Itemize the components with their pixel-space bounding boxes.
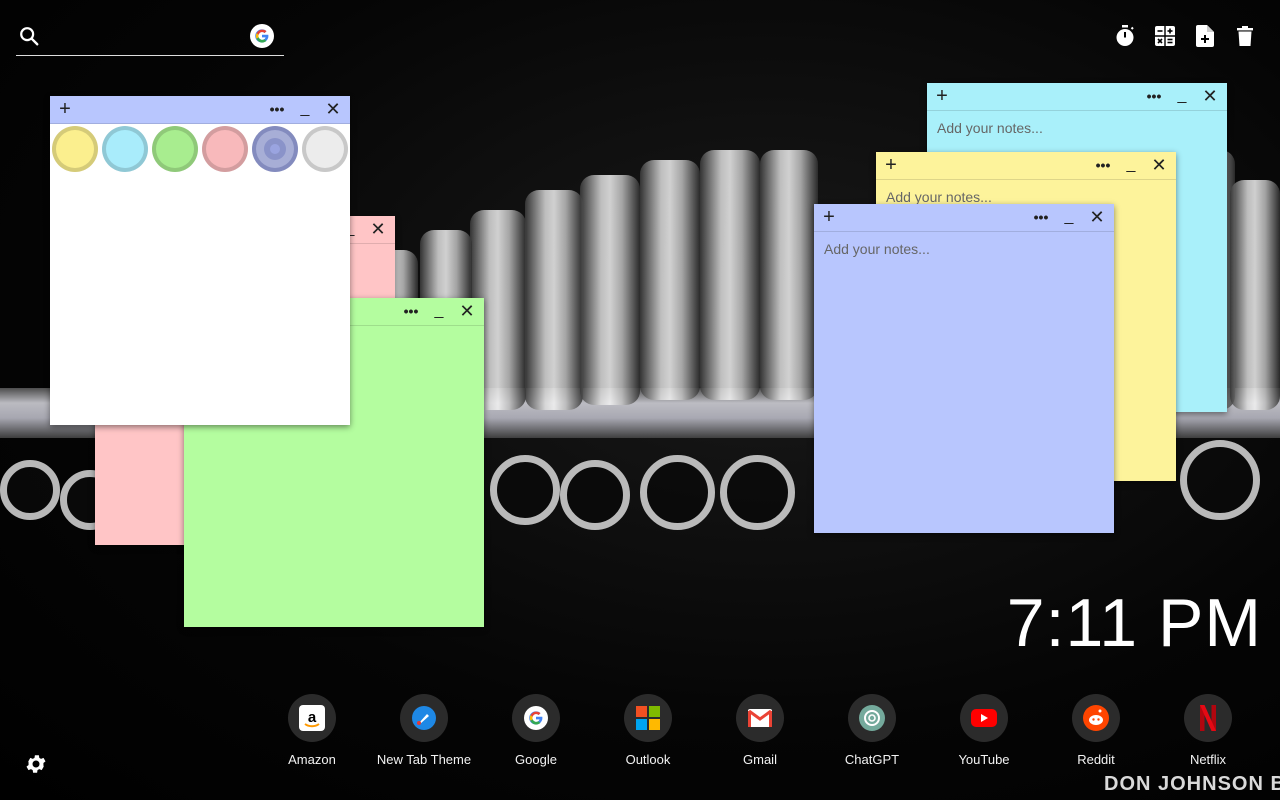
outlook-icon bbox=[624, 694, 672, 742]
note-minimize-button[interactable]: _ bbox=[1060, 208, 1078, 226]
gmail-icon bbox=[736, 694, 784, 742]
note-close-button[interactable]: ✕ bbox=[1201, 87, 1219, 105]
google-search-icon[interactable] bbox=[250, 24, 274, 48]
calculator-icon bbox=[1155, 26, 1175, 46]
wallpaper-caption: DON JOHNSON BIG bbox=[1104, 773, 1280, 795]
wallpaper-pipe bbox=[640, 160, 700, 400]
note-minimize-button[interactable]: _ bbox=[1122, 156, 1140, 174]
shortcut-reddit[interactable]: Reddit bbox=[1040, 694, 1152, 767]
shortcut-gmail[interactable]: Gmail bbox=[704, 694, 816, 767]
note-titlebar[interactable]: + ••• _ ✕ bbox=[50, 96, 350, 124]
wallpaper-ring bbox=[490, 455, 560, 525]
shortcut-dock: a Amazon New Tab Theme Google Outlook Gm… bbox=[256, 694, 1264, 767]
note-add-button[interactable]: + bbox=[883, 154, 899, 176]
wallpaper-ring bbox=[720, 455, 795, 530]
search-icon[interactable] bbox=[18, 25, 40, 47]
wallpaper-pipe bbox=[580, 175, 640, 405]
note-add-button[interactable]: + bbox=[934, 85, 950, 107]
youtube-icon bbox=[960, 694, 1008, 742]
shortcut-label: Reddit bbox=[1077, 752, 1115, 767]
trash-button[interactable] bbox=[1234, 24, 1256, 48]
note-more-button[interactable]: ••• bbox=[1145, 87, 1163, 105]
amazon-icon: a bbox=[288, 694, 336, 742]
shortcut-label: Amazon bbox=[288, 752, 336, 767]
shortcut-label: YouTube bbox=[958, 752, 1010, 767]
shortcut-label: New Tab Theme bbox=[376, 752, 472, 767]
settings-gear-icon[interactable] bbox=[24, 752, 48, 776]
note-more-button[interactable]: ••• bbox=[268, 100, 286, 118]
search-input[interactable] bbox=[50, 24, 240, 50]
svg-text:a: a bbox=[308, 709, 317, 726]
note-minimize-button[interactable]: _ bbox=[1173, 87, 1191, 105]
note-titlebar[interactable]: + ••• _ ✕ bbox=[814, 204, 1114, 232]
clock: 7:11 PM bbox=[1006, 585, 1262, 661]
note-close-button[interactable]: ✕ bbox=[458, 302, 476, 320]
shortcut-label: Netflix bbox=[1189, 752, 1227, 767]
shortcut-google[interactable]: Google bbox=[480, 694, 592, 767]
color-swatch[interactable] bbox=[302, 126, 348, 172]
shortcut-netflix[interactable]: Netflix bbox=[1152, 694, 1264, 767]
note-textarea[interactable] bbox=[814, 233, 1114, 533]
color-swatch[interactable] bbox=[102, 126, 148, 172]
new-note-icon bbox=[1196, 25, 1214, 47]
color-swatch[interactable] bbox=[202, 126, 248, 172]
shortcut-chatgpt[interactable]: ChatGPT bbox=[816, 694, 928, 767]
sticky-note-blue[interactable]: + ••• _ ✕ bbox=[814, 204, 1114, 533]
wallpaper-ring bbox=[640, 455, 715, 530]
shortcut-amazon[interactable]: a Amazon bbox=[256, 694, 368, 767]
timer-icon bbox=[1116, 25, 1134, 46]
note-more-button[interactable]: ••• bbox=[1094, 156, 1112, 174]
chatgpt-icon bbox=[848, 694, 896, 742]
wallpaper-pipe bbox=[700, 150, 760, 400]
wallpaper-ring bbox=[0, 460, 60, 520]
shortcut-label: ChatGPT bbox=[844, 752, 900, 767]
sticky-note-white[interactable]: + ••• _ ✕ bbox=[50, 96, 350, 425]
note-close-button[interactable]: ✕ bbox=[1150, 156, 1168, 174]
note-add-button[interactable]: + bbox=[57, 98, 73, 120]
note-minimize-button[interactable]: _ bbox=[430, 302, 448, 320]
calculator-button[interactable] bbox=[1154, 24, 1176, 48]
note-close-button[interactable]: ✕ bbox=[369, 220, 387, 238]
wallpaper-ring bbox=[560, 460, 630, 530]
wallpaper-pipe bbox=[525, 190, 583, 410]
reddit-icon bbox=[1072, 694, 1120, 742]
timer-button[interactable] bbox=[1114, 24, 1136, 48]
wallpaper-ring bbox=[1180, 440, 1260, 520]
shortcut-outlook[interactable]: Outlook bbox=[592, 694, 704, 767]
color-swatch[interactable] bbox=[52, 126, 98, 172]
note-titlebar[interactable]: + ••• _ ✕ bbox=[927, 83, 1227, 111]
new-tab-theme-icon bbox=[400, 694, 448, 742]
google-icon bbox=[512, 694, 560, 742]
color-swatch[interactable] bbox=[152, 126, 198, 172]
color-swatch[interactable] bbox=[252, 126, 298, 172]
note-more-button[interactable]: ••• bbox=[1032, 208, 1050, 226]
note-more-button[interactable]: ••• bbox=[402, 302, 420, 320]
shortcut-label: Outlook bbox=[625, 752, 671, 767]
color-picker bbox=[52, 126, 348, 172]
note-close-button[interactable]: ✕ bbox=[1088, 208, 1106, 226]
shortcut-new-tab-theme[interactable]: New Tab Theme bbox=[368, 694, 480, 767]
note-close-button[interactable]: ✕ bbox=[324, 100, 342, 118]
shortcut-label: Gmail bbox=[743, 752, 777, 767]
top-toolbar bbox=[1114, 24, 1256, 48]
search-bar bbox=[16, 20, 284, 56]
wallpaper-pipe bbox=[1230, 180, 1280, 410]
note-titlebar[interactable]: + ••• _ ✕ bbox=[876, 152, 1176, 180]
new-note-button[interactable] bbox=[1194, 24, 1216, 48]
wallpaper-pipe bbox=[760, 150, 818, 400]
note-add-button[interactable]: + bbox=[821, 206, 837, 228]
trash-icon bbox=[1237, 26, 1253, 46]
shortcut-label: Google bbox=[515, 752, 557, 767]
note-minimize-button[interactable]: _ bbox=[296, 100, 314, 118]
netflix-icon bbox=[1184, 694, 1232, 742]
shortcut-youtube[interactable]: YouTube bbox=[928, 694, 1040, 767]
